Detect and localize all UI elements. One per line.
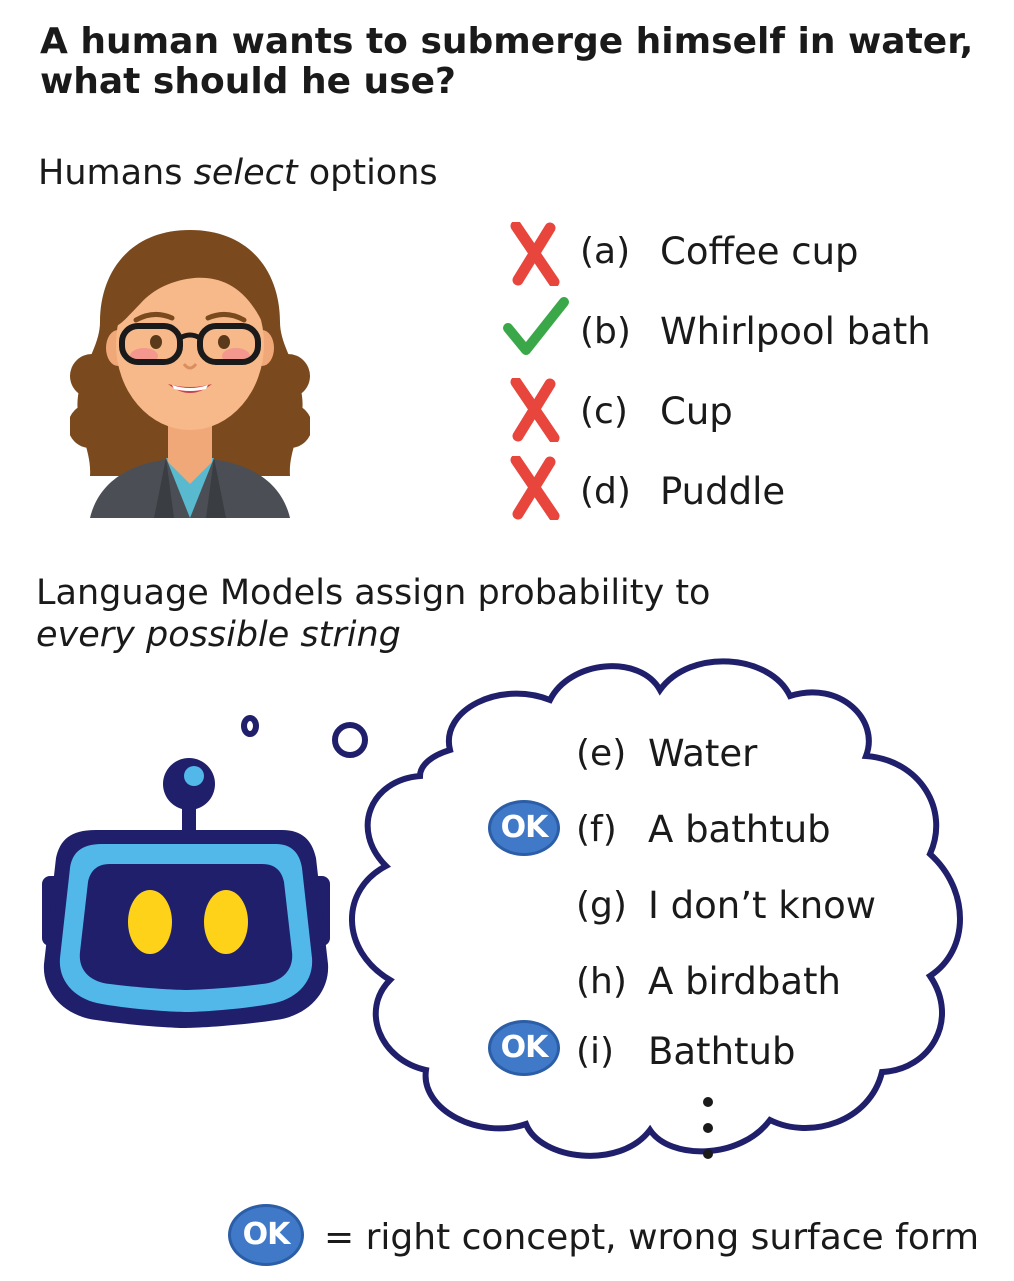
- ellipsis-icon: [703, 1097, 713, 1159]
- humans-heading-post: options: [297, 153, 438, 193]
- legend-ok-badge: OK: [228, 1204, 304, 1266]
- option-text-d: Puddle: [660, 470, 786, 513]
- option-text-b: Whirlpool bath: [660, 310, 931, 353]
- lm-option-text-f: A bathtub: [648, 808, 831, 851]
- ok-badge: OK: [488, 800, 560, 856]
- robot-icon: [42, 758, 330, 1028]
- lm-option-text-g: I don’t know: [648, 884, 877, 927]
- lm-option-text-e: Water: [648, 732, 758, 775]
- ok-badge: OK: [488, 1020, 560, 1076]
- lm-option-text-h: A birdbath: [648, 960, 842, 1003]
- lm-option-letter-g: (g): [576, 885, 627, 926]
- option-letter-c: (c): [580, 391, 628, 432]
- option-letter-d: (d): [580, 471, 631, 512]
- lm-option-letter-f: (f): [576, 809, 617, 850]
- check-icon: [503, 297, 569, 355]
- lm-option-letter-e: (e): [576, 733, 627, 774]
- option-letter-a: (a): [580, 231, 631, 272]
- humans-heading-emphasis: select: [193, 153, 298, 193]
- option-text-c: Cup: [660, 390, 733, 433]
- lm-option-letter-h: (h): [576, 961, 627, 1002]
- humans-heading: Humans select options: [38, 152, 438, 194]
- lm-option-text-i: Bathtub: [648, 1030, 796, 1073]
- option-text-a: Coffee cup: [660, 230, 859, 273]
- humans-heading-pre: Humans: [38, 153, 194, 193]
- x-icon: [510, 378, 560, 442]
- lm-option-letter-i: (i): [576, 1031, 615, 1072]
- lm-heading-line1: Language Models assign probability to: [36, 573, 711, 613]
- x-icon: [510, 456, 560, 520]
- question-title: A human wants to submerge himself in wat…: [40, 21, 974, 102]
- option-letter-b: (b): [580, 311, 631, 352]
- legend-text: = right concept, wrong surface form: [324, 1217, 980, 1258]
- woman-avatar-icon: [70, 230, 310, 518]
- x-icon: [510, 222, 560, 286]
